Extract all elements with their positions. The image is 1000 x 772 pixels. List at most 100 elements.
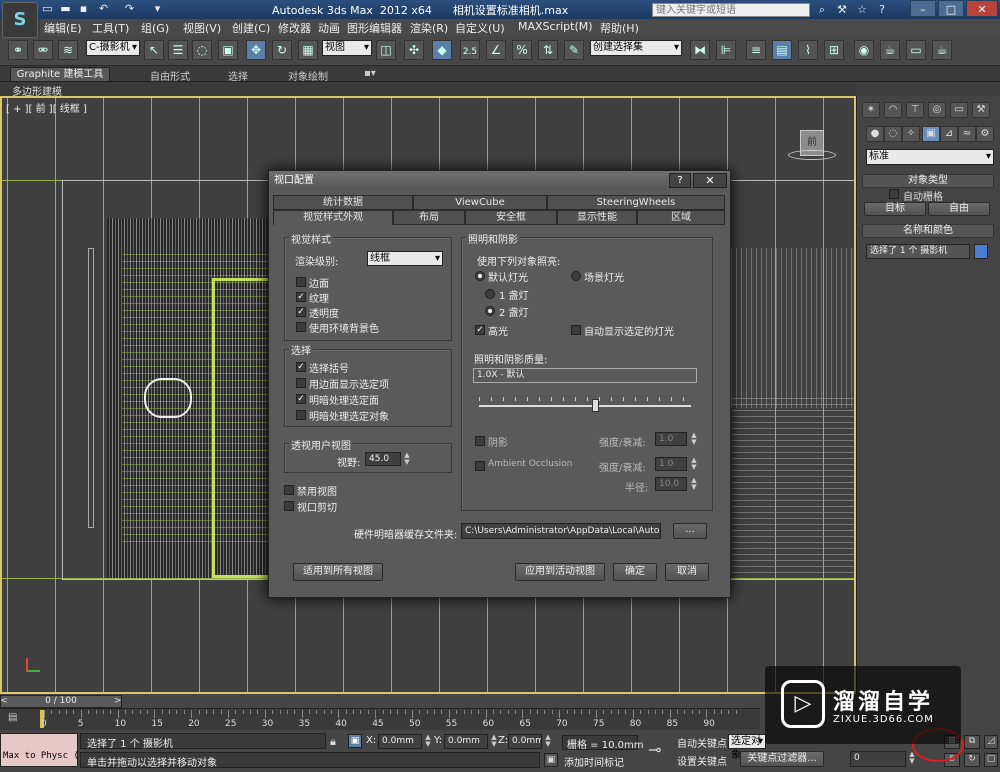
link-icon[interactable]: ⚭ (8, 40, 28, 60)
orbit-icon[interactable]: ↻ (964, 753, 980, 767)
apply-active-view-button[interactable]: 应用到活动视图 (515, 563, 605, 581)
close-window-button[interactable]: ✕ (966, 0, 998, 17)
communication-icon[interactable]: ☆ (854, 2, 870, 17)
keyboard-shortcut-override-icon[interactable]: ◆ (432, 40, 452, 60)
pivot-center-icon[interactable]: ◫ (376, 40, 396, 60)
ao-checkbox[interactable] (475, 461, 485, 471)
quick-access-more-icon[interactable]: ▾ (150, 2, 165, 16)
open-file-icon[interactable]: ▬ (58, 2, 73, 16)
object-type-rollout[interactable]: 对象类型 (862, 174, 994, 188)
render-production-icon[interactable]: ☕ (932, 40, 952, 60)
free-camera-button[interactable]: 自由 (928, 202, 990, 216)
ribbon-tab-selection[interactable]: 选择 (228, 68, 248, 83)
minimize-button[interactable]: – (910, 0, 936, 17)
spinner-snap-icon[interactable]: ⇅ (538, 40, 558, 60)
tab-safe-frames[interactable]: 安全框 (465, 210, 557, 225)
subscription-icon[interactable]: ⚒ (834, 2, 850, 17)
help-icon[interactable]: ? (874, 2, 890, 17)
shadows-intensity-input[interactable]: 1.0 (655, 432, 687, 446)
select-move-icon[interactable]: ✥ (246, 40, 266, 60)
radius-spinner[interactable]: ▲ ▼ (690, 477, 698, 491)
tab-viewcube[interactable]: ViewCube (413, 195, 547, 210)
time-prev-icon[interactable]: < (0, 695, 10, 708)
maxscript-listener[interactable] (0, 733, 78, 767)
unlink-icon[interactable]: ⚮ (33, 40, 53, 60)
menu-tools[interactable]: 工具(T) (92, 20, 129, 36)
schematic-view-icon[interactable]: ⊞ (824, 40, 844, 60)
save-icon[interactable]: ▪ (76, 2, 91, 16)
selection-region-icon[interactable]: ◌ (192, 40, 212, 60)
y-coordinate-input[interactable]: 0.0mm (444, 734, 488, 749)
select-rotate-icon[interactable]: ↻ (272, 40, 292, 60)
menu-views[interactable]: 视图(V) (183, 20, 221, 36)
render-setup-icon[interactable]: ☕ (880, 40, 900, 60)
app-logo-icon[interactable]: S (2, 2, 38, 38)
undo-icon[interactable]: ↶ (96, 2, 111, 16)
helpers-icon[interactable]: ⊿ (940, 126, 958, 142)
tab-statistics[interactable]: 统计数据 (273, 195, 413, 210)
cache-folder-field[interactable]: C:\Users\Administrator\AppData\Local\Aut… (461, 523, 661, 539)
utilities-panel-icon[interactable]: ⚒ (972, 102, 990, 118)
y-spinner[interactable]: ▲ ▼ (490, 734, 498, 748)
modify-panel-icon[interactable]: ◠ (884, 102, 902, 118)
search-icon[interactable]: ⌕ (814, 2, 830, 17)
shadows-intensity-spinner[interactable]: ▲ ▼ (690, 432, 698, 446)
motion-panel-icon[interactable]: ◎ (928, 102, 946, 118)
quality-slider-track[interactable] (479, 405, 691, 407)
key-mode-dropdown[interactable]: 选定对象 (728, 734, 766, 761)
menu-graph-editors[interactable]: 图形编辑器 (347, 20, 402, 36)
tab-steeringwheels[interactable]: SteeringWheels (547, 195, 725, 210)
quality-value-field[interactable]: 1.0X - 默认 (473, 368, 697, 383)
time-slider[interactable]: 0 / 100 (0, 695, 122, 708)
z-coordinate-input[interactable]: 0.0mm (508, 734, 542, 749)
fov-spinner[interactable]: ▲ ▼ (403, 452, 411, 466)
cancel-button[interactable]: 取消 (665, 563, 709, 581)
align-icon[interactable]: ⊫ (716, 40, 736, 60)
name-color-rollout[interactable]: 名称和颜色 (862, 224, 994, 238)
time-next-icon[interactable]: > (114, 695, 124, 708)
mini-curve-icon[interactable]: ▤ (8, 712, 22, 724)
menu-customize[interactable]: 自定义(U) (455, 20, 505, 36)
field-of-view-icon[interactable]: ◿ (984, 735, 998, 749)
ok-button[interactable]: 确定 (613, 563, 657, 581)
browse-button[interactable]: ... (673, 523, 707, 539)
menu-maxscript[interactable]: MAXScript(M) (518, 20, 593, 33)
search-input[interactable]: 键入关键字或短语 (652, 3, 810, 17)
select-by-name-icon[interactable]: ☰ (168, 40, 188, 60)
object-color-swatch[interactable] (974, 244, 988, 259)
rendered-frame-icon[interactable]: ▭ (906, 40, 926, 60)
key-icon[interactable]: ⊸ (648, 740, 661, 759)
redo-icon[interactable]: ↷ (122, 2, 137, 16)
object-name-field[interactable]: 选择了 1 个 摄影机 (866, 244, 970, 259)
shapes-icon[interactable]: ◌ (884, 126, 902, 142)
bind-space-warp-icon[interactable]: ≋ (58, 40, 78, 60)
ribbon-options-icon[interactable]: ▪▾ (364, 68, 376, 79)
dialog-help-button[interactable]: ? (669, 173, 691, 188)
ao-intensity-spinner[interactable]: ▲ ▼ (690, 457, 698, 471)
create-panel-icon[interactable]: ✶ (862, 102, 880, 118)
shade-selected-faces-checkbox[interactable]: ✓ (296, 394, 306, 404)
systems-icon[interactable]: ⚙ (976, 126, 994, 142)
dialog-close-button[interactable]: ✕ (693, 173, 727, 188)
ribbon-tab-object-paint[interactable]: 对象绘制 (288, 68, 328, 83)
set-key-button[interactable]: 设置关键点 (677, 753, 727, 768)
quality-slider-thumb[interactable] (591, 399, 599, 412)
named-selection-dropdown[interactable]: 创建选择集 (590, 40, 682, 56)
tab-visual-style[interactable]: 视觉样式外观 (273, 210, 393, 225)
time-tag-icon[interactable]: ▣ (544, 753, 558, 767)
tab-regions[interactable]: 区域 (637, 210, 725, 225)
angle-snap-icon[interactable]: ∠ (486, 40, 506, 60)
env-bg-checkbox[interactable] (296, 322, 306, 332)
maximize-toggle-icon[interactable]: ▢ (984, 753, 998, 767)
shadows-checkbox[interactable] (475, 436, 485, 446)
select-manipulate-icon[interactable]: ✣ (404, 40, 424, 60)
tab-layout[interactable]: 布局 (393, 210, 465, 225)
cameras-icon[interactable]: ▣ (922, 126, 940, 142)
tab-display-performance[interactable]: 显示性能 (557, 210, 637, 225)
reference-coordinate-dropdown[interactable]: 视图 (322, 40, 372, 56)
one-light-radio[interactable] (485, 289, 495, 299)
two-lights-radio[interactable] (485, 306, 495, 316)
space-warps-icon[interactable]: ≈ (958, 126, 976, 142)
render-level-dropdown[interactable]: 线框 (367, 251, 443, 266)
menu-rendering[interactable]: 渲染(R) (410, 20, 448, 36)
